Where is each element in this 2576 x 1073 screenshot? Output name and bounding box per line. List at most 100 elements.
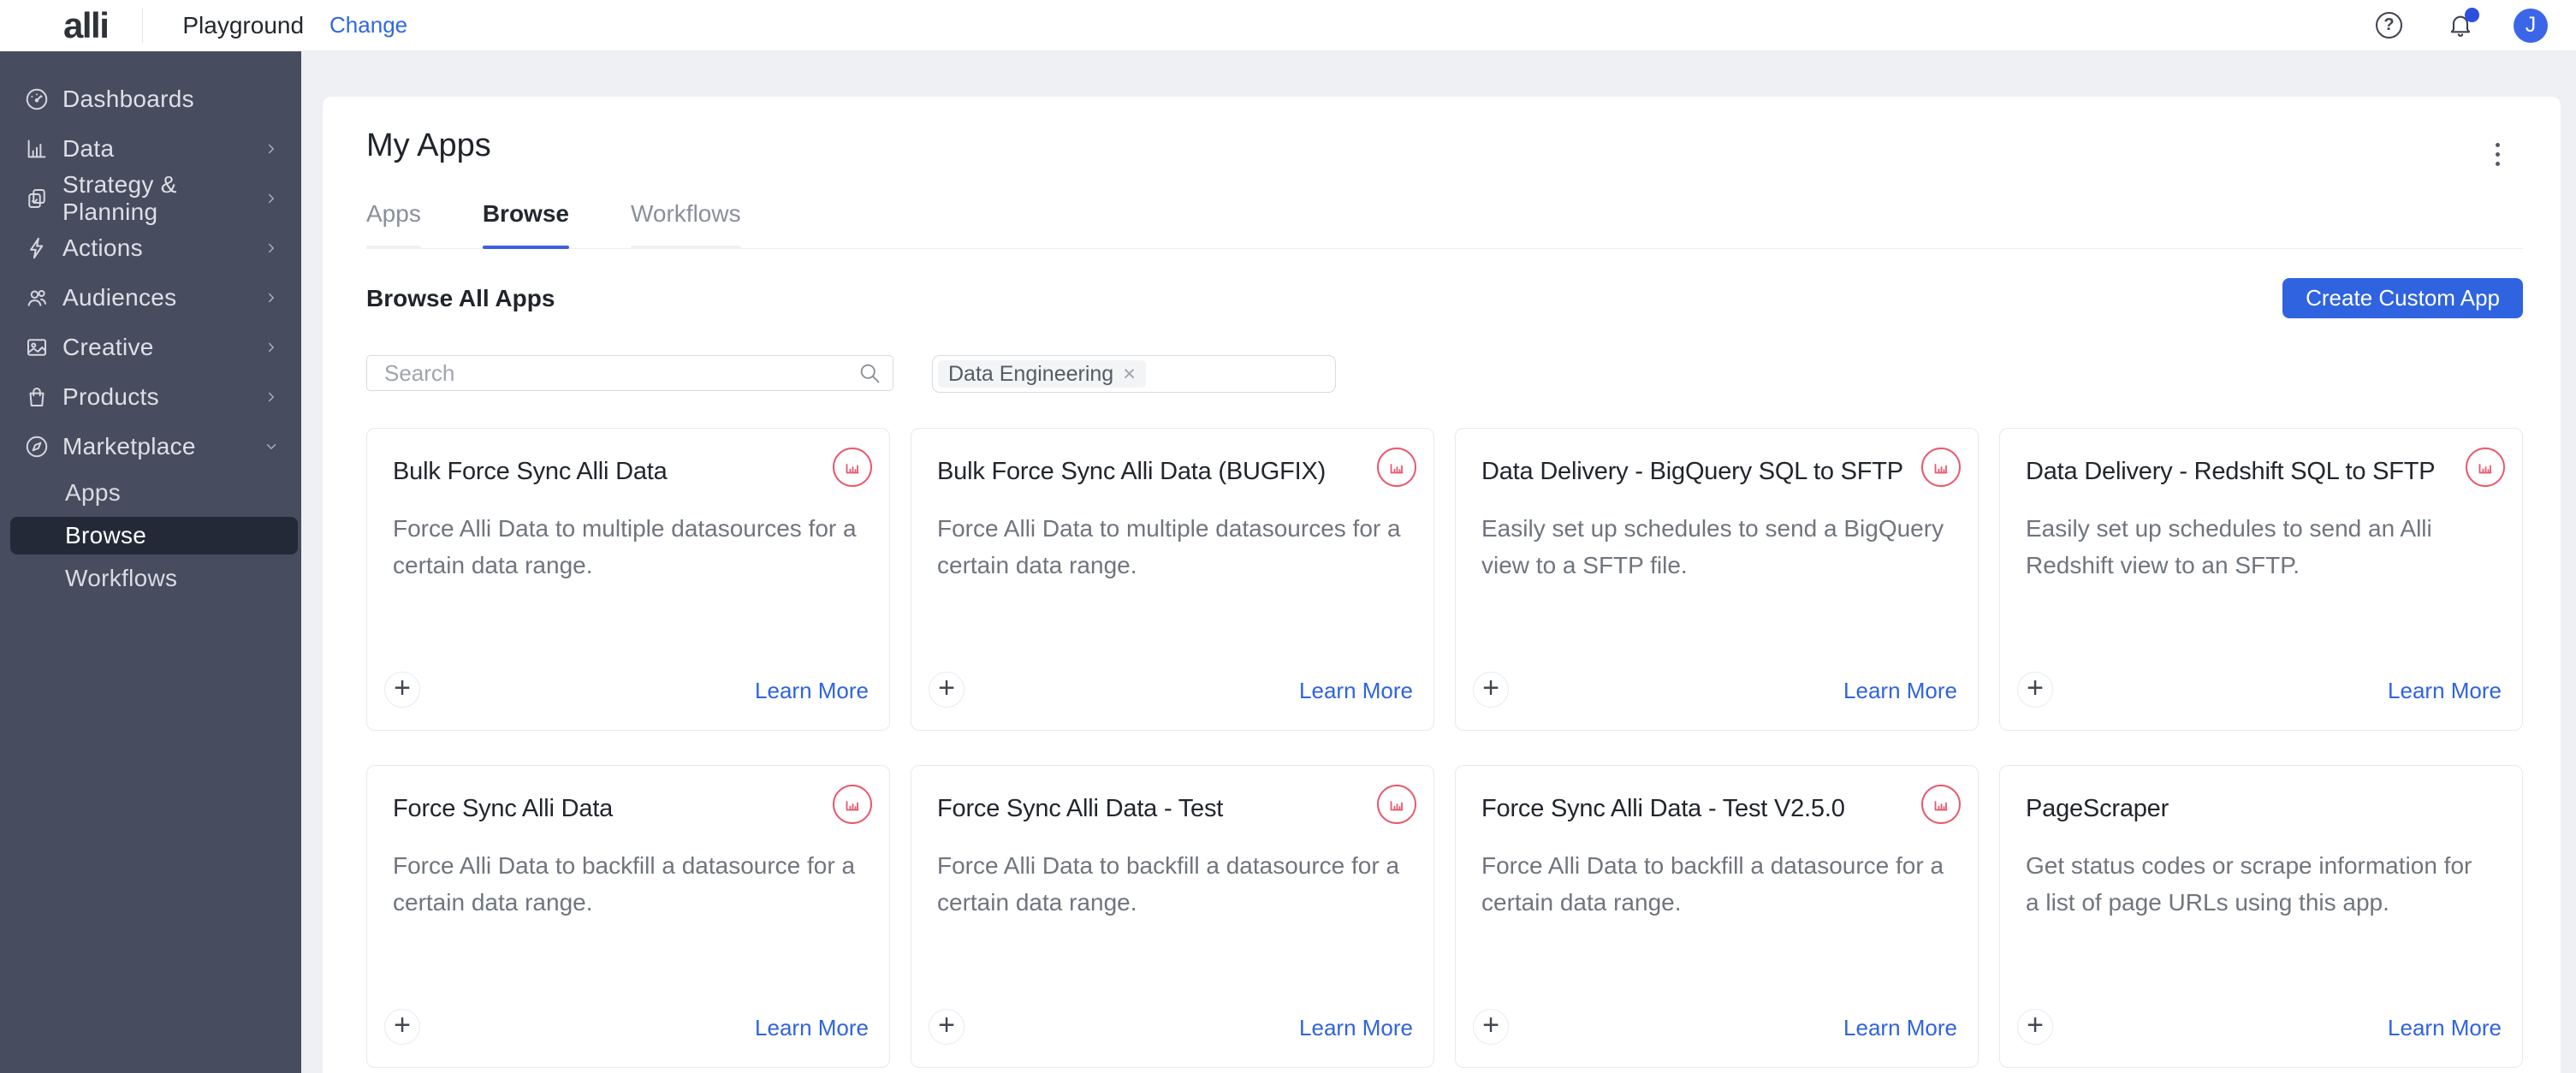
tab-apps[interactable]: Apps (366, 200, 421, 248)
create-custom-app-button[interactable]: Create Custom App (2282, 278, 2523, 318)
chip-remove-icon[interactable]: × (1123, 364, 1136, 385)
sidebar-item-marketplace[interactable]: Marketplace (0, 422, 301, 471)
app-card: Data Delivery - BigQuery SQL to SFTP Eas… (1455, 428, 1979, 731)
section-row: Browse All Apps Create Custom App (366, 278, 2523, 318)
sidebar-subitem-apps[interactable]: Apps (0, 471, 301, 514)
people-icon (24, 285, 50, 311)
app-card-title: Data Delivery - BigQuery SQL to SFTP (1481, 458, 1952, 486)
add-app-button[interactable]: + (929, 1009, 965, 1045)
bar-chart-app-icon (1377, 785, 1416, 824)
sidebar-subitem-workflows[interactable]: Workflows (0, 557, 301, 600)
search-box (366, 355, 893, 391)
app-card-title: Data Delivery - Redshift SQL to SFTP (2026, 458, 2496, 486)
chevron-right-icon (264, 240, 279, 256)
learn-more-link[interactable]: Learn More (755, 1015, 869, 1041)
sidebar-item-label: Data (62, 135, 264, 163)
sidebar-item-label: Products (62, 383, 264, 411)
tab-underline (483, 246, 569, 249)
filter-chip[interactable]: Data Engineering × (938, 360, 1146, 388)
notifications-bell-icon[interactable] (2447, 11, 2476, 40)
kebab-menu-icon[interactable] (2480, 134, 2514, 174)
sidebar-item-audiences[interactable]: Audiences (0, 273, 301, 323)
chevron-right-icon (264, 340, 279, 355)
add-app-button[interactable]: + (2017, 1009, 2053, 1045)
app-card-title: Force Sync Alli Data - Test (937, 795, 1408, 823)
tab-label: Browse (483, 200, 569, 227)
learn-more-link[interactable]: Learn More (1843, 678, 1957, 704)
app-card: Bulk Force Sync Alli Data Force Alli Dat… (366, 428, 890, 731)
chevron-right-icon (264, 191, 279, 206)
learn-more-link[interactable]: Learn More (2388, 1015, 2502, 1041)
app-card-title: Force Sync Alli Data - Test V2.5.0 (1481, 795, 1952, 823)
tab-underline (631, 246, 741, 249)
app-card-description: Easily set up schedules to send an Alli … (2026, 510, 2496, 584)
alli-logo[interactable]: alli (63, 5, 108, 46)
sidebar-item-label: Audiences (62, 284, 264, 311)
bar-chart-app-icon (1921, 448, 1961, 487)
learn-more-link[interactable]: Learn More (1299, 1015, 1413, 1041)
help-icon[interactable]: ? (2376, 12, 2402, 39)
section-title: Browse All Apps (366, 285, 555, 312)
filter-row: Data Engineering × (366, 355, 2523, 393)
bar-chart-app-icon (833, 785, 872, 824)
sidebar-item-dashboards[interactable]: Dashboards (0, 74, 301, 124)
sidebar-item-creative[interactable]: Creative (0, 323, 301, 372)
bar-chart-app-icon (833, 448, 872, 487)
chevron-right-icon (264, 290, 279, 305)
sidebar-item-label: Strategy & Planning (62, 171, 264, 226)
add-app-button[interactable]: + (384, 672, 420, 708)
sidebar-subitem-browse[interactable]: Browse (10, 517, 298, 554)
app-card-grid: Bulk Force Sync Alli Data Force Alli Dat… (366, 428, 2523, 1068)
add-app-button[interactable]: + (384, 1009, 420, 1045)
app-card: Force Sync Alli Data Force Alli Data to … (366, 765, 890, 1068)
avatar[interactable]: J (2514, 9, 2548, 43)
sidebar-item-strategy-planning[interactable]: Strategy & Planning (0, 174, 301, 223)
add-app-button[interactable]: + (2017, 672, 2053, 708)
add-app-button[interactable]: + (1473, 1009, 1509, 1045)
bar-chart-app-icon (1921, 785, 1961, 824)
learn-more-link[interactable]: Learn More (1299, 678, 1413, 704)
clipboard-check-icon (24, 186, 50, 211)
sidebar-item-label: Creative (62, 334, 264, 361)
app-card-title: PageScraper (2026, 795, 2496, 823)
lightning-icon (24, 235, 50, 261)
tab-label: Workflows (631, 200, 741, 227)
content-panel: My Apps Apps Browse Workflows Browse All… (323, 97, 2561, 1073)
app-card: PageScraper Get status codes or scrape i… (1999, 765, 2523, 1068)
learn-more-link[interactable]: Learn More (2388, 678, 2502, 704)
chevron-right-icon (264, 389, 279, 405)
sidebar: Dashboards Data Strategy & Planning (0, 51, 301, 1073)
sidebar-item-products[interactable]: Products (0, 372, 301, 422)
main-area: My Apps Apps Browse Workflows Browse All… (301, 51, 2576, 1073)
category-filter-input[interactable]: Data Engineering × (932, 355, 1336, 393)
tab-browse[interactable]: Browse (483, 200, 569, 248)
learn-more-link[interactable]: Learn More (755, 678, 869, 704)
sidebar-item-data[interactable]: Data (0, 124, 301, 174)
sidebar-item-actions[interactable]: Actions (0, 223, 301, 273)
workspace-name: Playground (182, 12, 304, 39)
tab-underline (366, 246, 421, 249)
page-title: My Apps (366, 127, 2523, 164)
app-card-description: Force Alli Data to multiple datasources … (937, 510, 1408, 584)
tabs: Apps Browse Workflows (366, 200, 2523, 249)
learn-more-link[interactable]: Learn More (1843, 1015, 1957, 1041)
app-card-title: Force Sync Alli Data (393, 795, 864, 823)
change-workspace-link[interactable]: Change (329, 12, 407, 39)
app-card: Data Delivery - Redshift SQL to SFTP Eas… (1999, 428, 2523, 731)
search-input[interactable] (366, 355, 893, 391)
app-card-description: Get status codes or scrape information f… (2026, 847, 2496, 922)
app-card-description: Force Alli Data to backfill a datasource… (1481, 847, 1952, 922)
app-card-description: Easily set up schedules to send a BigQue… (1481, 510, 1952, 584)
shopping-bag-icon (24, 384, 50, 410)
add-app-button[interactable]: + (929, 672, 965, 708)
app-card-description: Force Alli Data to backfill a datasource… (937, 847, 1408, 922)
sidebar-item-label: Marketplace (62, 433, 264, 460)
tab-label: Apps (366, 200, 421, 227)
bar-chart-icon (24, 136, 50, 162)
app-card-title: Bulk Force Sync Alli Data (BUGFIX) (937, 458, 1408, 486)
filter-chip-label: Data Engineering (948, 362, 1113, 387)
add-app-button[interactable]: + (1473, 672, 1509, 708)
tab-workflows[interactable]: Workflows (631, 200, 741, 248)
sidebar-item-label: Dashboards (62, 86, 279, 113)
bar-chart-app-icon (2466, 448, 2505, 487)
